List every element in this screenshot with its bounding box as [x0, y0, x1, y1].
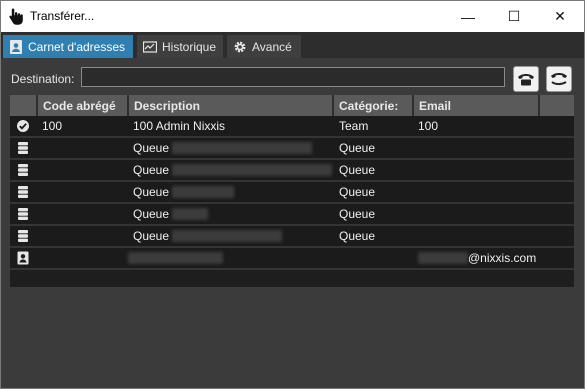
phone-icon: [518, 74, 534, 86]
cell-description: Queue: [133, 185, 170, 199]
tab-label: Carnet d'adresses: [28, 39, 126, 54]
cell-description: Queue: [133, 229, 170, 243]
column-header-label: Catégorie:: [339, 98, 399, 113]
check-circle-icon: [17, 120, 29, 132]
hangup-button[interactable]: [546, 66, 572, 92]
maximize-button[interactable]: ☐: [491, 1, 537, 32]
cell-category: Queue: [339, 185, 376, 199]
cell-description: Queue: [133, 141, 170, 155]
table-row[interactable]: 100 100 Admin Nixxis Team 100: [10, 116, 574, 138]
column-header-code[interactable]: Code abrégé: [38, 95, 129, 116]
destination-input[interactable]: [81, 67, 505, 87]
redacted-text: [172, 208, 208, 220]
table-row[interactable]: Queue Queue: [10, 226, 574, 248]
redacted-text: [172, 164, 332, 176]
redacted-text: [172, 142, 312, 154]
maximize-icon: ☐: [507, 8, 521, 24]
table-row[interactable]: Queue Queue: [10, 204, 574, 226]
transfer-window: Transférer... — ☐ ✕ Carnet d'adresses Hi…: [0, 0, 585, 389]
queue-icon: [18, 208, 28, 220]
title-bar[interactable]: Transférer... — ☐ ✕: [1, 1, 584, 32]
redacted-text: [418, 252, 468, 264]
close-button[interactable]: ✕: [537, 1, 583, 32]
queue-icon: [18, 186, 28, 198]
table-row[interactable]: Queue Queue: [10, 138, 574, 160]
column-header-label: Code abrégé: [43, 98, 116, 113]
column-header-label: Email: [419, 98, 452, 113]
queue-icon: [18, 142, 28, 154]
address-book-icon: [10, 39, 22, 54]
cell-email: 100: [418, 119, 439, 133]
phone-transfer-icon: [551, 73, 567, 86]
cell-description: Queue: [133, 163, 170, 177]
hand-cursor-icon: [9, 8, 23, 25]
table-row[interactable]: Queue Queue: [10, 182, 574, 204]
cell-email: @nixxis.com: [468, 251, 537, 265]
gear-icon: [234, 41, 246, 52]
redacted-text: [172, 230, 282, 242]
close-icon: ✕: [554, 8, 566, 24]
tab-advanced[interactable]: Avancé: [227, 35, 301, 58]
cell-category: Queue: [339, 229, 376, 243]
tab-history[interactable]: Historique: [137, 35, 223, 58]
tab-label: Avancé: [252, 39, 292, 54]
window-title: Transférer...: [30, 9, 95, 23]
column-header-icon[interactable]: [10, 95, 38, 116]
column-header-label: Description: [134, 98, 201, 113]
cell-category: Team: [339, 119, 369, 133]
address-table: Code abrégé Description Catégorie: Email…: [10, 95, 574, 287]
column-header-description[interactable]: Description: [129, 95, 334, 116]
cell-category: Queue: [339, 163, 376, 177]
column-header-filler: [540, 95, 574, 116]
minimize-icon: —: [461, 8, 475, 25]
cell-code: 100: [42, 119, 63, 133]
dial-button[interactable]: [513, 66, 539, 92]
address-book-panel: Destination: Code abrégé Description Cat…: [1, 58, 584, 388]
destination-label: Destination:: [11, 72, 75, 86]
redacted-text: [172, 186, 234, 198]
tab-address-book[interactable]: Carnet d'adresses: [3, 35, 133, 58]
cell-description: Queue: [133, 207, 170, 221]
queue-icon: [18, 164, 28, 176]
contact-card-icon: [17, 251, 29, 265]
redacted-text: [128, 252, 223, 264]
tab-bar: Carnet d'adresses Historique Avancé: [1, 32, 584, 58]
table-row[interactable]: @nixxis.com: [10, 248, 574, 270]
column-header-email[interactable]: Email: [414, 95, 540, 116]
minimize-button[interactable]: —: [445, 1, 491, 32]
cell-category: Queue: [339, 141, 376, 155]
history-icon: [143, 40, 157, 53]
cell-category: Queue: [339, 207, 376, 221]
queue-icon: [18, 230, 28, 242]
table-row[interactable]: Queue Queue: [10, 160, 574, 182]
cell-description: 100 Admin Nixxis: [133, 119, 226, 133]
tab-label: Historique: [162, 39, 217, 54]
column-header-category[interactable]: Catégorie:: [334, 95, 414, 116]
